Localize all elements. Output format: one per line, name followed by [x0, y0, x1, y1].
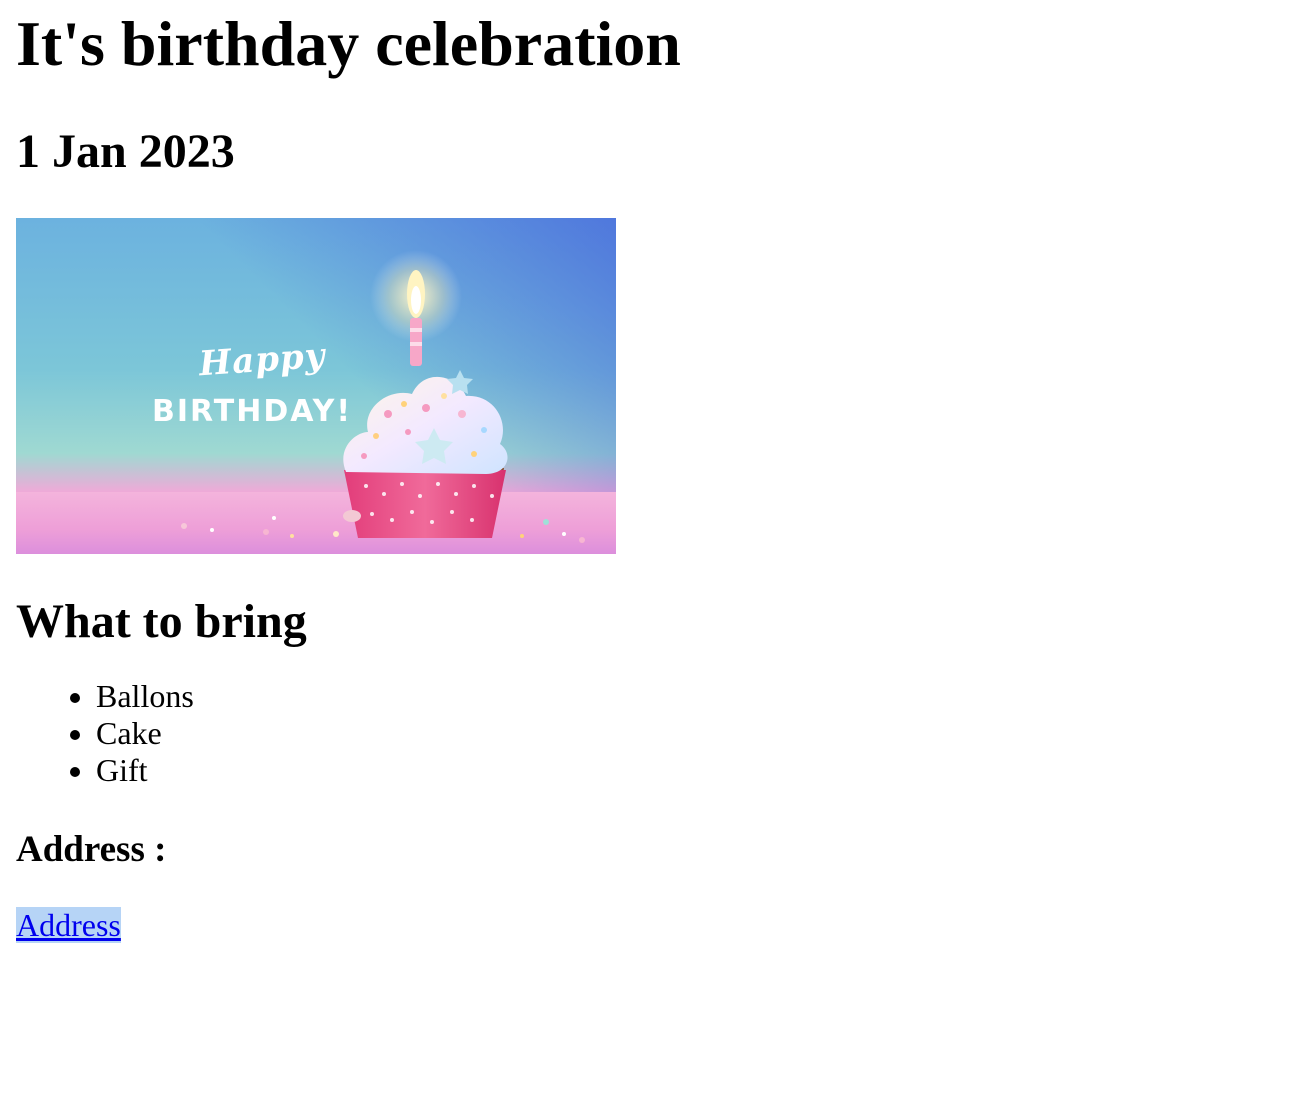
list-item: Ballons: [96, 678, 1282, 715]
address-paragraph: Address: [16, 907, 1282, 944]
bring-heading: What to bring: [16, 595, 307, 648]
list-item: Cake: [96, 715, 1282, 752]
list-item: Gift: [96, 752, 1282, 789]
address-link[interactable]: Address: [16, 907, 121, 943]
birthday-banner-image: Happy BIRTHDAY!: [16, 218, 616, 554]
bring-list: Ballons Cake Gift: [16, 678, 1282, 789]
page: It's birthday celebration 1 Jan 2023 Hap…: [0, 0, 1298, 944]
address-heading: Address :: [16, 829, 167, 870]
banner-birthday-text: BIRTHDAY!: [152, 394, 353, 429]
page-title: It's birthday celebration: [16, 8, 681, 79]
event-date: 1 Jan 2023: [16, 125, 235, 178]
cupcake-wrapper: [344, 470, 506, 538]
cupcake-illustration: [181, 250, 585, 543]
